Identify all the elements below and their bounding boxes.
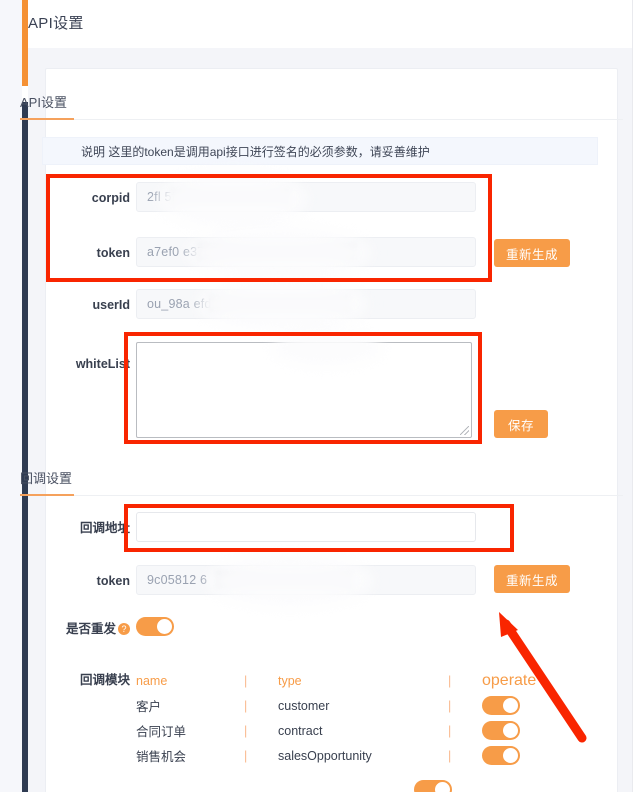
module-toggle-wrap-partial bbox=[414, 780, 452, 792]
callback-token-value: 9c05812 6 bbox=[147, 573, 208, 587]
column-header-operate: operate bbox=[482, 671, 537, 689]
table-row: 客户 | customer | bbox=[136, 693, 542, 718]
userid-label: userId bbox=[92, 298, 130, 312]
userid-input[interactable]: ou_98a efdfd5da7 bbox=[136, 289, 476, 319]
whitelist-textarea[interactable] bbox=[136, 342, 472, 438]
notice-banner: 说明 这里的token是调用api接口进行签名的必须参数，请妥善维护 bbox=[42, 137, 598, 165]
module-type: customer bbox=[278, 698, 330, 713]
column-separator: | bbox=[448, 698, 452, 713]
module-toggle[interactable] bbox=[482, 696, 520, 715]
column-separator: | bbox=[448, 673, 452, 688]
modules-table-header: name | type | operate bbox=[136, 668, 542, 693]
module-toggle-wrap bbox=[482, 696, 542, 715]
row-corpid: corpid 2fl 5f bbox=[20, 170, 623, 228]
column-separator: | bbox=[244, 723, 248, 738]
callback-token-input[interactable]: 9c05812 6 bbox=[136, 565, 476, 595]
api-token-input[interactable]: a7ef0 e37b9 bbox=[136, 237, 476, 267]
resend-label-wrap: 是否重发? bbox=[20, 618, 130, 638]
section-callback-settings-rule bbox=[20, 494, 623, 496]
row-callback-url: 回调地址 bbox=[20, 512, 623, 544]
section-api-settings-label: API设置 bbox=[20, 95, 67, 110]
table-row: 合同订单 | contract | bbox=[136, 718, 542, 743]
corpid-label: corpid bbox=[91, 191, 130, 205]
column-separator: | bbox=[448, 748, 452, 763]
page-header bbox=[28, 0, 632, 48]
column-header-name: name bbox=[136, 673, 168, 688]
module-toggle[interactable] bbox=[482, 746, 520, 765]
module-name: 合同订单 bbox=[136, 725, 187, 739]
section-api-settings: API设置 bbox=[20, 92, 623, 120]
callback-url-input[interactable] bbox=[136, 512, 476, 542]
module-name: 客户 bbox=[136, 700, 162, 714]
callback-token-regenerate-button[interactable]: 重新生成 bbox=[494, 565, 570, 593]
callback-token-label: token bbox=[96, 574, 130, 588]
help-icon[interactable]: ? bbox=[118, 622, 130, 635]
notice-text: 说明 这里的token是调用api接口进行签名的必须参数，请妥善维护 bbox=[81, 144, 430, 159]
resend-toggle-wrap bbox=[136, 617, 174, 636]
module-toggle[interactable] bbox=[414, 780, 452, 792]
api-token-value: a7ef0 e37b9 bbox=[147, 245, 219, 259]
module-type: salesOpportunity bbox=[278, 748, 372, 763]
table-row: 销售机会 | salesOpportunity | bbox=[136, 743, 542, 768]
module-toggle[interactable] bbox=[482, 721, 520, 740]
resend-toggle[interactable] bbox=[136, 617, 174, 636]
column-separator: | bbox=[448, 723, 452, 738]
section-callback-settings-label: 回调设置 bbox=[20, 471, 73, 486]
api-settings-page: API设置 API设置 说明 这里的token是调用api接口进行签名的必须参数… bbox=[0, 0, 641, 792]
column-header-type: type bbox=[278, 673, 302, 688]
callback-url-label: 回调地址 bbox=[79, 521, 130, 535]
api-token-regenerate-button[interactable]: 重新生成 bbox=[494, 239, 570, 267]
row-userid: userId ou_98a efdfd5da7 bbox=[20, 277, 623, 331]
column-separator: | bbox=[244, 748, 248, 763]
module-name: 销售机会 bbox=[136, 750, 187, 764]
vertical-scrollbar[interactable] bbox=[632, 0, 641, 792]
module-type: contract bbox=[278, 723, 323, 738]
column-separator: | bbox=[244, 673, 248, 688]
module-toggle-wrap bbox=[482, 721, 542, 740]
api-token-label: token bbox=[96, 246, 130, 260]
page-title: API设置 bbox=[28, 15, 84, 32]
resend-label: 是否重发 bbox=[65, 622, 116, 636]
corpid-value: 2fl 5f bbox=[147, 190, 176, 204]
section-api-settings-rule bbox=[20, 118, 623, 120]
column-separator: | bbox=[244, 698, 248, 713]
section-callback-settings: 回调设置 bbox=[20, 468, 623, 496]
whitelist-save-button[interactable]: 保存 bbox=[494, 410, 548, 438]
corpid-input[interactable]: 2fl 5f bbox=[136, 182, 476, 212]
modules-label: 回调模块 bbox=[79, 673, 130, 687]
userid-value: ou_98a efdfd5da7 bbox=[147, 297, 251, 311]
modules-table: name | type | operate 客户 | customer | 合同… bbox=[136, 668, 542, 768]
module-toggle-wrap bbox=[482, 746, 542, 765]
whitelist-label: whiteList bbox=[75, 357, 130, 371]
